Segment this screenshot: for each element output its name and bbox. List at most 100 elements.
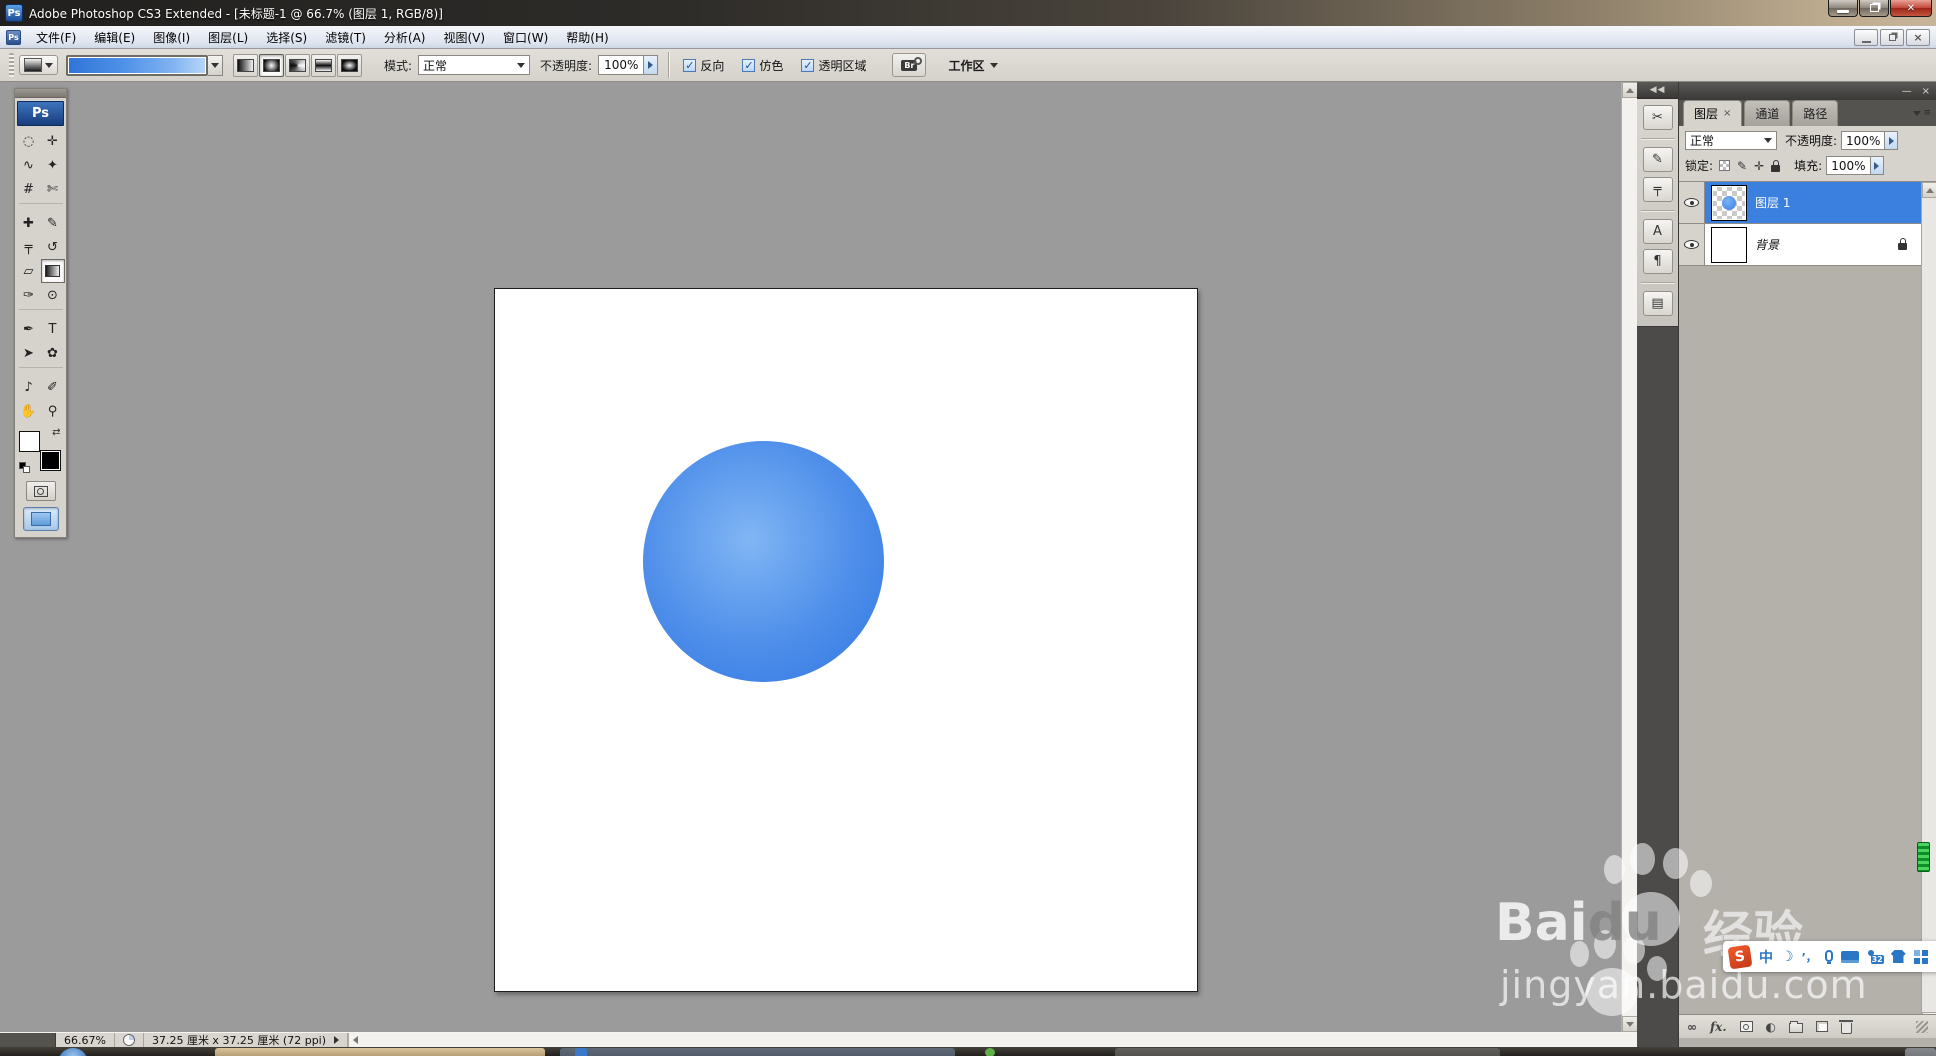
layer-style-button[interactable]: fx. <box>1710 1020 1727 1034</box>
clone-stamp-tool[interactable]: ╤ <box>17 235 41 259</box>
scroll-down-button[interactable] <box>1622 1016 1638 1032</box>
zoom-tool[interactable]: ⚲ <box>41 399 65 423</box>
menu-view[interactable]: 视图(V) <box>434 26 494 49</box>
foreground-color-swatch[interactable] <box>18 431 40 452</box>
canvas-vertical-scrollbar[interactable] <box>1621 82 1638 1032</box>
sogou-logo-icon[interactable]: S <box>1727 944 1753 969</box>
menu-file[interactable]: 文件(F) <box>27 26 85 49</box>
fill-input[interactable]: 100% <box>1826 156 1871 175</box>
reverse-checkbox[interactable]: ✓ 反向 <box>683 57 724 74</box>
tab-close-icon[interactable]: × <box>1723 108 1731 119</box>
layer-thumbnail[interactable] <box>1711 226 1747 263</box>
swap-colors-icon[interactable]: ⇄ <box>52 427 60 438</box>
dither-checkbox[interactable]: ✓ 仿色 <box>742 57 783 74</box>
microphone-icon[interactable] <box>1824 949 1833 964</box>
layer-row-layer1[interactable]: 图层 1 <box>1679 182 1921 224</box>
layers-scrollbar[interactable] <box>1921 182 1936 1028</box>
new-group-button[interactable] <box>1788 1021 1803 1033</box>
gradient-preview-swatch[interactable] <box>66 54 208 76</box>
layer-name[interactable]: 图层 1 <box>1755 194 1790 211</box>
punctuation-toggle[interactable]: ’， <box>1802 949 1817 965</box>
start-button[interactable] <box>58 1048 88 1056</box>
canvas-horizontal-scrollbar[interactable] <box>348 1033 1637 1047</box>
menu-select[interactable]: 选择(S) <box>257 26 316 49</box>
skin-person-icon[interactable] <box>1867 949 1884 964</box>
menu-help[interactable]: 帮助(H) <box>557 26 617 49</box>
quick-selection-tool[interactable]: ✦ <box>41 153 65 177</box>
crop-tool[interactable]: # <box>17 177 41 201</box>
sogou-input-bar[interactable]: S 中 ☽ ’， <box>1723 941 1936 972</box>
layer-name[interactable]: 背景 <box>1755 236 1779 253</box>
zoom-level-field[interactable]: 66.67% <box>56 1033 115 1047</box>
document-info[interactable]: 37.25 厘米 x 37.25 厘米 (72 ppi) <box>142 1033 349 1047</box>
language-toggle[interactable]: 中 <box>1759 947 1773 967</box>
dock-collapse-button[interactable]: ◀◀ <box>1637 82 1678 99</box>
layer-thumbnail[interactable] <box>1711 184 1747 221</box>
brush-tool[interactable]: ✎ <box>41 211 65 235</box>
reflected-gradient-button[interactable] <box>311 53 336 77</box>
opacity-spinner[interactable] <box>644 55 659 75</box>
gradient-tool-selected[interactable] <box>40 259 65 283</box>
move-tool[interactable]: ✛ <box>41 129 65 153</box>
bridge-button[interactable]: Br <box>892 53 927 77</box>
workspace-dropdown[interactable]: 工作区 <box>948 57 999 74</box>
diamond-gradient-button[interactable] <box>337 53 362 77</box>
history-brush-tool[interactable]: ↺ <box>41 235 65 259</box>
transparency-checkbox[interactable]: ✓ 透明区域 <box>801 57 866 74</box>
toolbox-grip[interactable] <box>15 89 66 98</box>
taskbar-button[interactable] <box>1115 1048 1500 1056</box>
panel-resize-grip[interactable] <box>1916 1020 1928 1033</box>
pen-tool[interactable]: ✒ <box>17 317 41 341</box>
marquee-tool[interactable]: ◌ <box>17 129 41 153</box>
doc-minimize-button[interactable] <box>1854 29 1878 46</box>
tab-layers[interactable]: 图层 × <box>1683 100 1743 126</box>
scroll-up-button[interactable] <box>1622 82 1638 98</box>
adjustment-layer-button[interactable]: ◐ <box>1766 1020 1776 1034</box>
path-selection-tool[interactable]: ➤ <box>17 341 41 365</box>
taskbar-button-active[interactable] <box>215 1048 545 1056</box>
clone-source-panel-button[interactable]: ╤ <box>1642 177 1673 202</box>
taskbar-button[interactable] <box>560 1048 955 1056</box>
healing-brush-tool[interactable]: ✚ <box>17 211 41 235</box>
tab-paths[interactable]: 路径 <box>1792 100 1839 126</box>
keyboard-icon[interactable] <box>1840 950 1859 963</box>
smudge-tool[interactable]: ✑ <box>17 283 41 307</box>
brushes-panel-button[interactable]: ✎ <box>1642 147 1673 172</box>
canvas-workspace[interactable] <box>0 82 1621 1032</box>
eyedropper-tool[interactable]: ✐ <box>41 375 65 399</box>
lasso-tool[interactable]: ∿ <box>17 153 41 177</box>
panel-minimize-icon[interactable]: — <box>1902 86 1912 97</box>
scroll-up-button[interactable] <box>1922 182 1936 198</box>
angle-gradient-button[interactable] <box>285 53 310 77</box>
menu-analysis[interactable]: 分析(A) <box>375 26 435 49</box>
add-layer-mask-button[interactable] <box>1739 1021 1753 1032</box>
options-grip[interactable] <box>9 53 14 77</box>
menu-layer[interactable]: 图层(L) <box>199 26 257 49</box>
close-button[interactable]: ✕ <box>1890 0 1932 17</box>
lock-all-button[interactable] <box>1771 159 1781 172</box>
screen-mode-button[interactable] <box>22 507 59 531</box>
doc-restore-button[interactable] <box>1880 29 1904 46</box>
custom-shape-tool[interactable]: ✿ <box>41 341 65 365</box>
windows-taskbar[interactable] <box>0 1047 1936 1056</box>
minimize-button[interactable] <box>1828 0 1858 17</box>
doc-close-button[interactable]: × <box>1906 29 1930 46</box>
layer-row-background[interactable]: 背景 <box>1679 224 1921 266</box>
blend-mode-select[interactable]: 正常 <box>418 55 531 75</box>
lock-position-button[interactable]: ✛ <box>1754 159 1764 173</box>
linear-gradient-button[interactable] <box>233 53 258 77</box>
radial-gradient-button[interactable] <box>259 53 284 77</box>
tab-channels[interactable]: 通道 <box>1744 100 1791 126</box>
document-canvas[interactable] <box>494 288 1198 992</box>
eraser-tool[interactable]: ▱ <box>17 259 41 283</box>
moon-icon[interactable]: ☽ <box>1781 949 1794 965</box>
status-menu-arrow-icon[interactable] <box>334 1036 340 1044</box>
type-tool[interactable]: T <box>41 317 65 341</box>
hand-tool[interactable]: ✋ <box>17 399 41 423</box>
default-colors-icon[interactable] <box>18 462 30 473</box>
menu-image[interactable]: 图像(I) <box>144 26 199 49</box>
quick-mask-button[interactable] <box>25 481 56 501</box>
link-layers-button[interactable]: ∞ <box>1687 1020 1697 1034</box>
show-desktop-button[interactable] <box>1905 1048 1936 1056</box>
character-panel-button[interactable]: A <box>1642 219 1673 244</box>
